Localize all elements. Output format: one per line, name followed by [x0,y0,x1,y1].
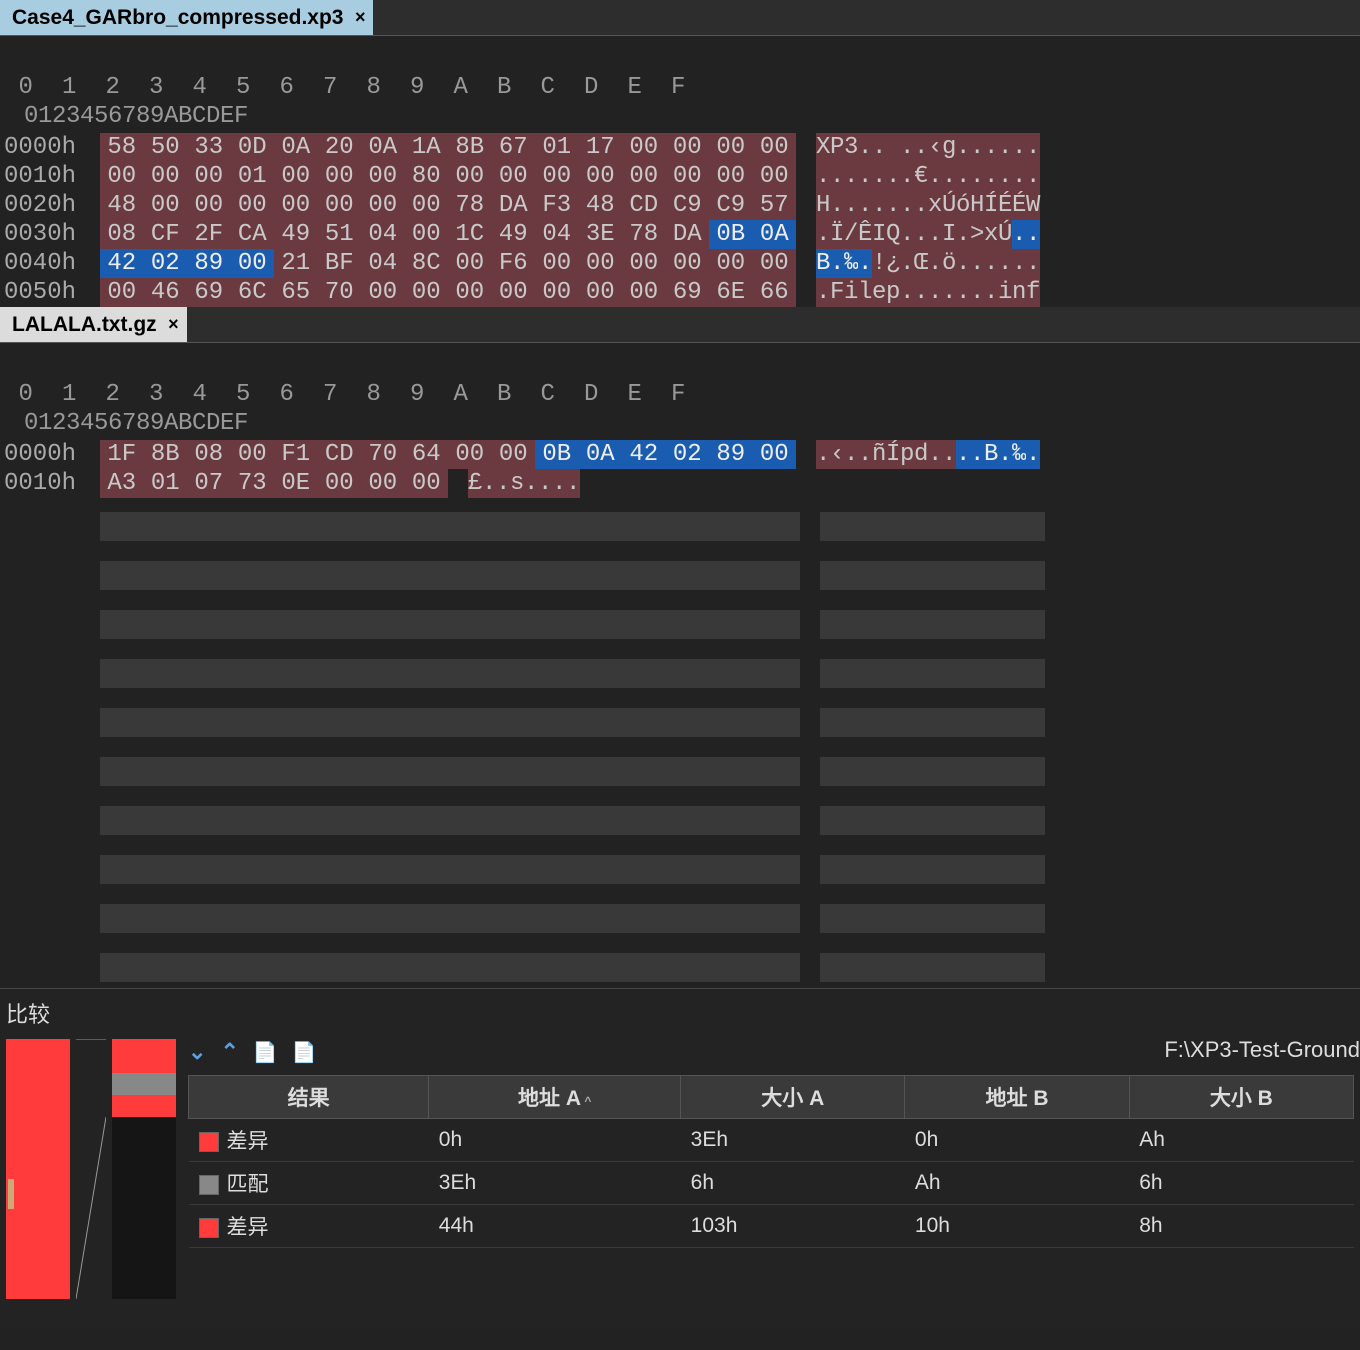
swatch-icon [199,1132,219,1152]
tabbar-2: LALALA.txt.gz × [0,307,1360,343]
col-2[interactable]: 大小 A [681,1076,905,1119]
tab-label: Case4_GARbro_compressed.xp3 [12,6,343,30]
close-icon[interactable]: × [168,314,179,335]
minimap-connector [80,1039,102,1299]
compare-title: 比较 [6,997,1354,1029]
col-4[interactable]: 大小 B [1129,1076,1353,1119]
col-3[interactable]: 地址 B [905,1076,1129,1119]
minimap[interactable] [6,1035,176,1305]
compare-panel: 比较 F:\XP3-Test-Ground ⌄ ⌃ 📄 📄 [0,988,1360,1328]
col-0[interactable]: 结果 [189,1076,429,1119]
compare-results-table[interactable]: 结果地址 A大小 A地址 B大小 B 差异0h3Eh0hAh匹配3Eh6hAh6… [188,1075,1354,1248]
prev-diff-icon[interactable]: ⌃ [220,1039,238,1065]
swatch-icon [199,1175,219,1195]
table-row[interactable]: 匹配3Eh6hAh6h [189,1162,1354,1205]
tab-label: LALALA.txt.gz [12,313,157,337]
tab-file-2[interactable]: LALALA.txt.gz × [0,307,187,342]
table-row[interactable]: 差异44h103h10h8h [189,1205,1354,1248]
tabbar-1: Case4_GARbro_compressed.xp3 × [0,0,1360,36]
swatch-icon [199,1218,219,1238]
minimap-file-b[interactable] [112,1039,176,1299]
next-diff-icon[interactable]: ⌄ [188,1039,206,1065]
file-path: F:\XP3-Test-Ground [1164,1037,1360,1063]
hex-grid-1[interactable]: 0123456789ABCDEF0123456789ABCDEF0000h585… [0,36,1360,307]
hex-grid-2[interactable]: 0123456789ABCDEF0123456789ABCDEF0000h1F8… [0,343,1360,498]
empty-rows [0,498,1360,988]
copy-left-icon[interactable]: 📄 [253,1040,278,1065]
hex-pane-2: LALALA.txt.gz × 0123456789ABCDEF01234567… [0,307,1360,988]
tab-file-1[interactable]: Case4_GARbro_compressed.xp3 × [0,0,373,35]
minimap-file-a[interactable] [6,1039,70,1299]
close-icon[interactable]: × [355,7,366,28]
table-row[interactable]: 差异0h3Eh0hAh [189,1119,1354,1162]
copy-right-icon[interactable]: 📄 [292,1040,317,1065]
hex-pane-1: Case4_GARbro_compressed.xp3 × 0123456789… [0,0,1360,307]
col-1[interactable]: 地址 A [429,1076,681,1119]
